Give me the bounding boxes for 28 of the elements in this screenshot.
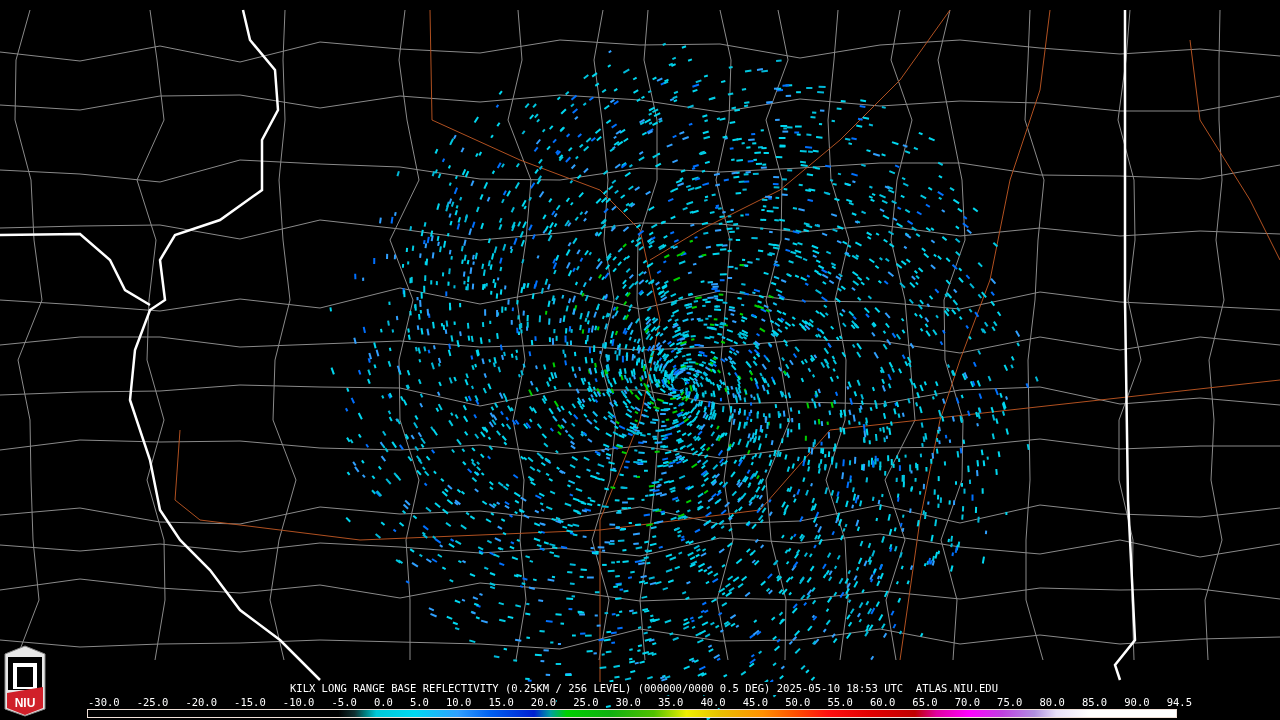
scale-label: 80.0 — [1039, 696, 1065, 708]
scale-label: 0.0 — [373, 696, 393, 708]
scale-label: 15.0 — [488, 696, 514, 708]
scale-label: 75.0 — [997, 696, 1023, 708]
scale-label: 55.0 — [827, 696, 853, 708]
scale-label: 94.5 — [1166, 696, 1192, 708]
scale-label: 5.0 — [409, 696, 429, 708]
scale-label: 50.0 — [785, 696, 811, 708]
scale-label: 90.0 — [1124, 696, 1150, 708]
scale-label: 60.0 — [869, 696, 896, 708]
scale-label: 25.0 — [573, 696, 599, 708]
scale-label: -30.0 — [88, 696, 120, 708]
scale-label: -15.0 — [234, 696, 266, 708]
scale-label: 85.0 — [1081, 696, 1108, 708]
scale-label: -20.0 — [185, 696, 217, 708]
scale-label: -25.0 — [136, 696, 169, 708]
scale-label: 65.0 — [912, 696, 938, 708]
scale-label: 10.0 — [446, 696, 472, 708]
scale-label: 70.0 — [954, 696, 980, 708]
product-caption: KILX LONG RANGE BASE REFLECTIVITY (0.25KM / 256 LEVEL) (000000/0000 0.5 DEG) 2025-05-10 18:53 UTC ATLAS.NIU.EDU — [290, 682, 998, 695]
scale-label: -5.0 — [331, 696, 357, 708]
scale-label: -10.0 — [282, 696, 315, 708]
scale-label: 45.0 — [742, 696, 769, 708]
scale-label: 30.0 — [615, 696, 641, 708]
scale-label: 35.0 — [658, 696, 684, 708]
scale-label: 20.0 — [530, 696, 557, 708]
scale-label: 40.0 — [700, 696, 726, 708]
logo-text: NIU — [14, 696, 36, 710]
